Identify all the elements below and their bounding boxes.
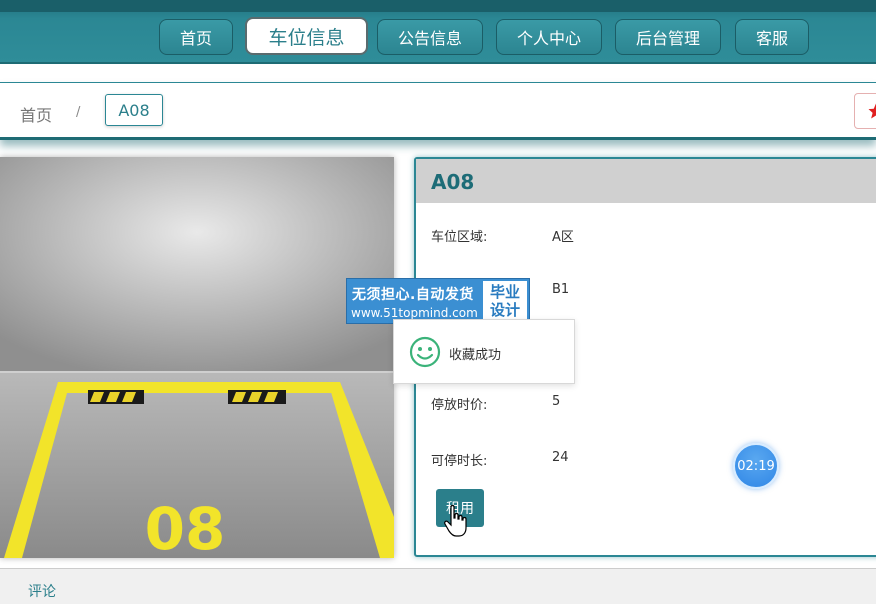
comments-tab[interactable]: 评论	[28, 581, 56, 601]
card-header: A08	[416, 159, 876, 203]
parking-spot-image: 08	[0, 157, 394, 558]
smile-icon	[409, 336, 441, 368]
field-value-hourly-price: 5	[552, 394, 560, 409]
spot-number-text: 08	[145, 495, 226, 558]
timer-badge[interactable]: 02:19	[733, 443, 779, 489]
nav-parking-info[interactable]: 车位信息	[245, 17, 368, 55]
field-label-hourly-price: 停放时价:	[431, 394, 487, 413]
field-value-area: A区	[552, 226, 574, 245]
success-toast: 收藏成功	[393, 319, 575, 384]
field-value-max-duration: 24	[552, 450, 569, 465]
spot-title: A08	[431, 170, 474, 194]
hand-cursor-icon	[444, 504, 468, 538]
parking-spot-illustration: 08	[0, 157, 394, 558]
watermark-line1: 无须担心.自动发货	[352, 284, 474, 304]
nav-customer-service[interactable]: 客服	[735, 19, 809, 55]
field-value-floor: B1	[552, 282, 569, 297]
watermark-right-line2: 设计	[483, 301, 527, 319]
nav-admin[interactable]: 后台管理	[615, 19, 721, 55]
nav-home[interactable]: 首页	[159, 19, 233, 55]
watermark-right: 毕业 设计	[483, 281, 527, 321]
favorite-button[interactable]	[854, 93, 876, 129]
watermark-badge: 无须担心.自动发货 www.51topmind.com 毕业 设计	[346, 278, 530, 324]
toast-message: 收藏成功	[449, 344, 501, 363]
star-icon	[867, 102, 876, 120]
nav-announcements[interactable]: 公告信息	[377, 19, 483, 55]
breadcrumb-home[interactable]: 首页	[20, 102, 52, 126]
comments-section: 评论	[0, 568, 876, 604]
nav-personal-center[interactable]: 个人中心	[496, 19, 602, 55]
breadcrumb-separator: /	[76, 105, 80, 120]
breadcrumb-current: A08	[105, 94, 163, 126]
top-navbar: 首页 车位信息 公告信息 个人中心 后台管理 客服	[0, 0, 876, 64]
field-label-max-duration: 可停时长:	[431, 450, 487, 469]
watermark-url: www.51topmind.com	[351, 306, 478, 320]
breadcrumb: 首页 / A08	[0, 82, 876, 140]
field-label-area: 车位区域:	[431, 226, 487, 245]
watermark-right-line1: 毕业	[483, 283, 527, 301]
